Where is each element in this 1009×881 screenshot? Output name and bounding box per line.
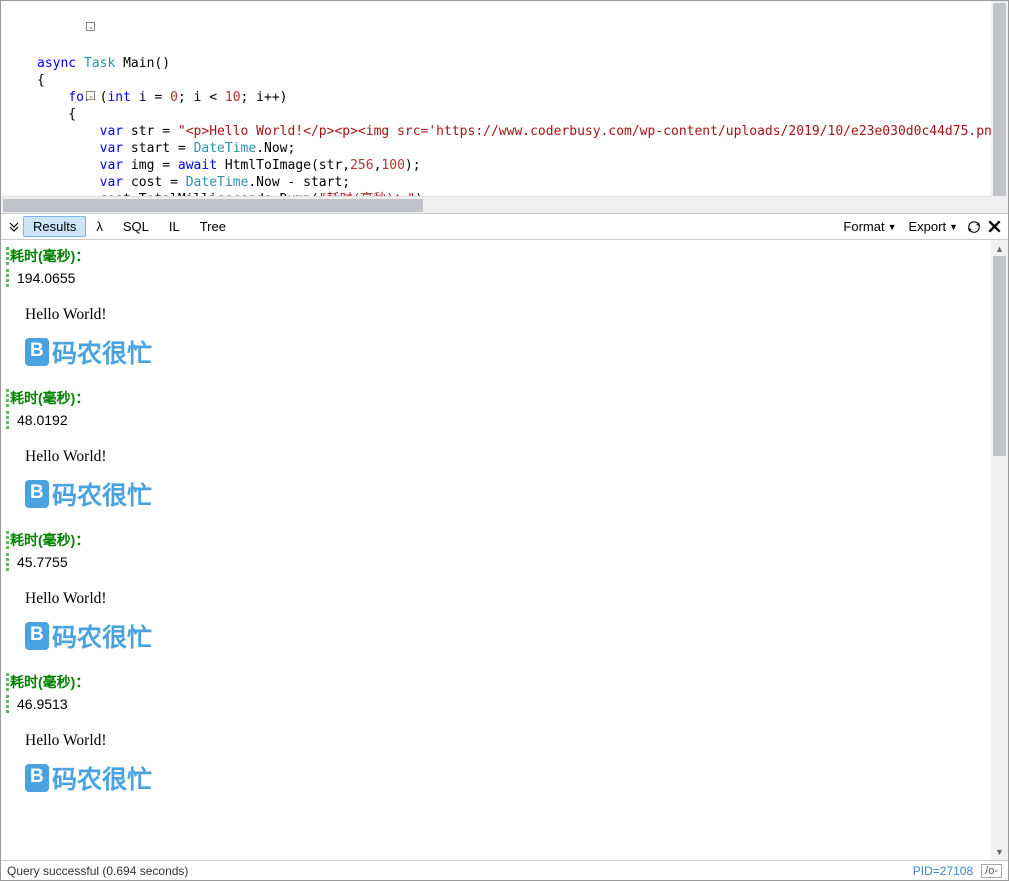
result-block: 耗时(毫秒)： 46.9513 Hello World! 码农很忙 (15, 672, 991, 796)
logo-b-icon (25, 764, 49, 792)
format-button[interactable]: Format ▼ (837, 216, 902, 237)
result-header: 耗时(毫秒)： (6, 246, 991, 266)
result-value-row: 48.0192 (6, 410, 991, 430)
logo-text: 码农很忙 (52, 334, 152, 370)
result-value: 194.0655 (17, 270, 75, 286)
result-logo: 码农很忙 (25, 618, 991, 654)
code-body[interactable]: async Task Main() { for (int i = 0; i < … (1, 52, 1008, 213)
result-hello-text: Hello World! (25, 448, 991, 466)
result-header-label: 耗时(毫秒)： (10, 672, 89, 692)
result-value-row: 194.0655 (6, 268, 991, 288)
fold-icon[interactable] (86, 22, 95, 31)
result-block: 耗时(毫秒)： 45.7755 Hello World! 码农很忙 (15, 530, 991, 654)
result-hello-text: Hello World! (25, 732, 991, 750)
scrollbar-thumb[interactable] (3, 199, 423, 212)
result-logo: 码农很忙 (25, 334, 991, 370)
result-value-row: 46.9513 (6, 694, 991, 714)
result-value-row: 45.7755 (6, 552, 991, 572)
logo-text: 码农很忙 (52, 760, 152, 796)
result-header-label: 耗时(毫秒)： (10, 246, 89, 266)
result-value: 48.0192 (17, 412, 68, 428)
result-value: 45.7755 (17, 554, 68, 570)
logo-text: 码农很忙 (52, 476, 152, 512)
result-header-label: 耗时(毫秒)： (10, 530, 89, 550)
results-tab-results[interactable]: Results (23, 216, 86, 237)
result-hello-text: Hello World! (25, 306, 991, 324)
status-message: Query successful (0.694 seconds) (7, 864, 188, 878)
fold-gutter (1, 1, 35, 213)
status-optimize[interactable]: /o- (981, 864, 1002, 878)
logo-b-icon (25, 338, 49, 366)
scroll-down-icon[interactable]: ▼ (991, 843, 1008, 860)
result-value: 46.9513 (17, 696, 68, 712)
results-tab-sql[interactable]: SQL (113, 216, 159, 237)
results-tab-λ[interactable]: λ (86, 216, 113, 237)
status-bar: Query successful (0.694 seconds) PID=271… (1, 860, 1008, 880)
scroll-up-icon[interactable]: ▲ (991, 240, 1008, 257)
result-logo: 码农很忙 (25, 476, 991, 512)
logo-b-icon (25, 622, 49, 650)
result-header-label: 耗时(毫秒)： (10, 388, 89, 408)
fold-icon[interactable] (86, 91, 95, 100)
export-button[interactable]: Export ▼ (903, 216, 965, 237)
code-editor-pane: async Task Main() { for (int i = 0; i < … (1, 1, 1008, 214)
results-content[interactable]: 耗时(毫秒)： 194.0655 Hello World! 码农很忙 耗时(毫秒… (1, 240, 991, 860)
status-pid: PID=27108 (913, 864, 973, 878)
result-logo: 码农很忙 (25, 760, 991, 796)
logo-b-icon (25, 480, 49, 508)
scrollbar-thumb[interactable] (993, 3, 1006, 203)
results-pane: 耗时(毫秒)： 194.0655 Hello World! 码农很忙 耗时(毫秒… (1, 240, 1008, 860)
scrollbar-thumb[interactable] (993, 256, 1006, 456)
collapse-arrow-icon[interactable] (5, 218, 23, 236)
results-tab-il[interactable]: IL (159, 216, 190, 237)
editor-horizontal-scrollbar[interactable] (1, 196, 991, 213)
results-tab-tree[interactable]: Tree (190, 216, 236, 237)
logo-text: 码农很忙 (52, 618, 152, 654)
code-editor[interactable]: async Task Main() { for (int i = 0; i < … (1, 1, 1008, 213)
close-icon[interactable] (984, 217, 1004, 237)
results-toolbar: ResultsλSQLILTree Format ▼ Export ▼ (1, 214, 1008, 240)
result-header: 耗时(毫秒)： (6, 388, 991, 408)
results-vertical-scrollbar[interactable]: ▲ ▼ (991, 240, 1008, 860)
scroll-corner (991, 196, 1008, 213)
result-header: 耗时(毫秒)： (6, 672, 991, 692)
result-block: 耗时(毫秒)： 48.0192 Hello World! 码农很忙 (15, 388, 991, 512)
result-header: 耗时(毫秒)： (6, 530, 991, 550)
editor-vertical-scrollbar[interactable] (991, 1, 1008, 196)
result-block: 耗时(毫秒)： 194.0655 Hello World! 码农很忙 (15, 246, 991, 370)
refresh-icon[interactable] (964, 217, 984, 237)
result-hello-text: Hello World! (25, 590, 991, 608)
